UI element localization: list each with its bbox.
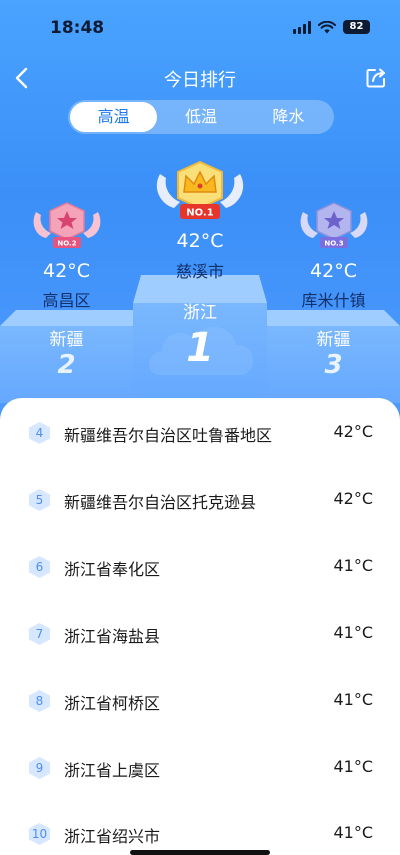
second-province: 新疆 [49, 330, 84, 350]
list-item[interactable]: 7 浙江省海盐县 41°C [0, 612, 400, 652]
second-temp: 42°C [43, 260, 90, 282]
first-temp: 42°C [176, 230, 224, 252]
badge-first-label: NO.1 [186, 208, 213, 219]
tab-precipitation[interactable]: 降水 [245, 102, 332, 132]
list-item[interactable]: 5 新疆维吾尔自治区托克逊县 42°C [0, 478, 400, 518]
location-name: 新疆维吾尔自治区托克逊县 [64, 493, 257, 512]
podium-third-info[interactable]: 42°C 库米什镇 新疆 3 [267, 260, 400, 380]
purple-star-badge-icon: NO.3 [300, 202, 368, 248]
first-rank-number: 1 [186, 325, 214, 371]
location-name: 浙江省柯桥区 [64, 694, 161, 713]
first-province: 浙江 [183, 303, 217, 323]
third-city: 库米什镇 [301, 291, 366, 310]
location-name: 新疆维吾尔自治区吐鲁番地区 [64, 426, 273, 445]
third-temp: 42°C [310, 260, 357, 282]
third-rank-number: 3 [324, 350, 343, 380]
location-name: 浙江省海盐县 [64, 627, 161, 646]
rank-hex-icon: 10 [29, 823, 50, 845]
tab-low-temp[interactable]: 低温 [157, 102, 244, 132]
badge-third-label: NO.3 [324, 240, 343, 248]
second-rank-number: 2 [57, 350, 76, 380]
podium-first-info[interactable]: 42°C 慈溪市 浙江 1 [133, 230, 267, 371]
badge-second-label: NO.2 [57, 240, 76, 248]
gold-crown-badge-icon: NO.1 [156, 160, 244, 219]
list-item[interactable]: 8 浙江省柯桥区 41°C [0, 679, 400, 719]
location-temp: 41°C [333, 757, 373, 776]
location-temp: 41°C [333, 690, 373, 709]
podium-second-info[interactable]: 42°C 高昌区 新疆 2 [0, 260, 133, 380]
list-item[interactable]: 4 新疆维吾尔自治区吐鲁番地区 42°C [0, 411, 400, 451]
hero-header: 18:48 82 今日排行 高温 低温 降水 NO.1 NO.2 NO.3 42… [0, 0, 400, 430]
status-bar: 18:48 82 [0, 0, 400, 56]
status-time: 18:48 [50, 18, 105, 38]
list-item[interactable]: 10 浙江省绍兴市 41°C [0, 812, 400, 852]
location-temp: 41°C [333, 623, 373, 642]
rank-hex-icon: 7 [29, 623, 50, 645]
location-temp: 41°C [333, 556, 373, 575]
rank-hex-icon: 8 [29, 690, 50, 712]
tab-high-temp[interactable]: 高温 [70, 102, 158, 132]
first-city: 慈溪市 [175, 262, 224, 281]
rank-hex-icon: 4 [29, 422, 50, 444]
home-indicator[interactable] [130, 850, 270, 855]
list-item[interactable]: 9 浙江省上虞区 41°C [0, 746, 400, 786]
location-temp: 42°C [333, 422, 373, 441]
ranking-list: 4 新疆维吾尔自治区吐鲁番地区 42°C 5 新疆维吾尔自治区托克逊县 42°C… [0, 398, 400, 855]
location-temp: 41°C [333, 823, 373, 842]
list-item[interactable]: 6 浙江省奉化区 41°C [0, 545, 400, 585]
status-icons: 82 [293, 20, 370, 34]
share-icon[interactable] [364, 66, 388, 90]
rank-hex-icon: 5 [29, 489, 50, 511]
location-name: 浙江省上虞区 [64, 761, 161, 780]
location-temp: 42°C [333, 489, 373, 508]
rank-hex-icon: 6 [29, 556, 50, 578]
page-title: 今日排行 [164, 70, 236, 91]
location-name: 浙江省绍兴市 [64, 827, 161, 846]
battery-icon: 82 [343, 20, 370, 34]
rank-hex-icon: 9 [29, 757, 50, 779]
wifi-icon [318, 20, 336, 33]
third-province: 新疆 [316, 330, 351, 350]
cellular-signal-icon [293, 20, 311, 34]
category-tabs: 高温 低温 降水 [68, 100, 334, 134]
second-city: 高昌区 [42, 291, 91, 310]
nav-bar: 今日排行 [0, 58, 400, 98]
pink-star-badge-icon: NO.2 [33, 202, 101, 248]
location-name: 浙江省奉化区 [64, 560, 161, 579]
